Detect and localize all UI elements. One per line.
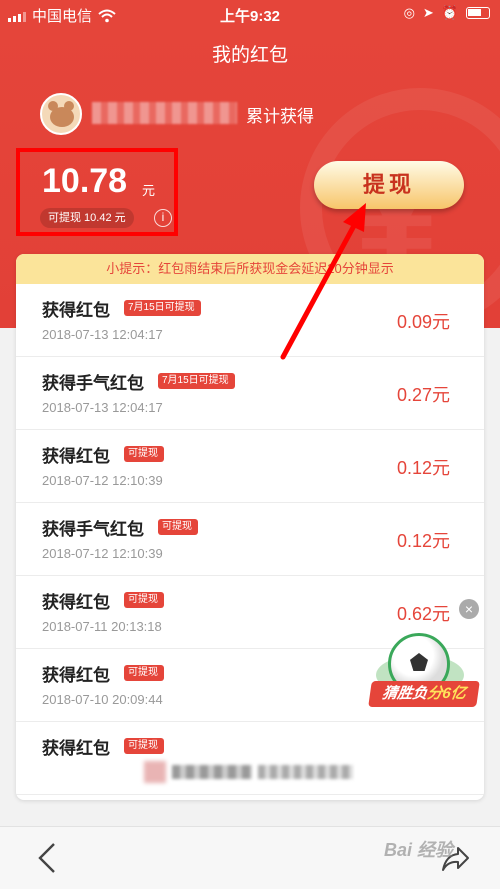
amount-highlight-box: 10.78 元 可提现 10.42 元 i [16,148,178,236]
battery-icon [466,7,490,19]
promo-float-button[interactable]: 猜胜负分6亿 [368,633,480,715]
back-icon[interactable] [34,841,62,875]
record-date: 2018-07-10 20:09:44 [42,692,163,707]
status-badge: 可提现 [124,738,164,754]
rotation-lock-icon: ◎ [403,5,415,20]
record-date: 2018-07-12 12:10:39 [42,546,163,561]
footer-blurred-text [144,759,359,785]
record-amount: 0.62元 [396,604,450,624]
record-card: 小提示：红包雨结束后所获现金会延迟20分钟显示 获得红包 7月15日可提现 2018… [16,254,484,800]
status-badge: 可提现 [124,665,164,681]
status-right: ◎ ➤ ⏰ [404,5,490,21]
record-title: 获得红包 [42,301,110,320]
tip-banner: 小提示：红包雨结束后所获现金会延迟20分钟显示 [16,254,484,284]
alarm-icon: ⏰ [441,5,458,20]
record-amount: 0.27元 [396,385,450,405]
total-amount: 10.78 [42,162,128,200]
username-blurred [92,102,237,124]
status-badge: 可提现 [124,592,164,608]
withdraw-button[interactable]: 提现 [314,161,464,209]
info-icon[interactable]: i [154,209,172,227]
list-item[interactable]: 获得手气红包 可提现 2018-07-12 12:10:39 0.12元 [16,503,484,576]
status-badge: 7月15日可提现 [124,300,201,316]
status-badge: 可提现 [124,446,164,462]
record-amount: 0.09元 [396,312,450,332]
location-icon: ➤ [422,5,434,20]
amount-unit: 元 [142,183,156,198]
cumulative-label: 累计获得 [246,107,314,126]
status-badge: 可提现 [158,519,198,535]
close-icon[interactable]: × [459,599,479,619]
withdrawable-amount: 可提现 10.42 元 [40,208,134,228]
record-date: 2018-07-11 20:13:18 [42,619,162,634]
record-list[interactable]: 获得红包 7月15日可提现 2018-07-13 12:04:17 0.09元获得手气… [16,284,484,795]
record-title: 获得手气红包 [42,520,144,539]
status-bar: 中国电信 上午9:32 ◎ ➤ ⏰ [0,0,500,28]
record-date: 2018-07-12 12:10:39 [42,473,163,488]
promo-label: 猜胜负分6亿 [368,681,480,707]
list-item[interactable]: 获得手气红包 7月15日可提现 2018-07-13 12:04:17 0.27元 [16,357,484,430]
record-date: 2018-07-13 12:04:17 [42,400,163,415]
record-title: 获得手气红包 [42,374,144,393]
status-badge: 7月15日可提现 [158,373,235,389]
watermark: Bai 经验 [384,840,454,860]
page-title: 我的红包 [211,45,288,66]
record-amount: 0.12元 [396,458,450,478]
record-title: 获得红包 [42,593,110,612]
record-amount: 0.12元 [396,531,450,551]
record-title: 获得红包 [42,666,110,685]
record-title: 获得红包 [42,447,110,466]
list-item[interactable]: 获得红包 7月15日可提现 2018-07-13 12:04:17 0.09元 [16,284,484,357]
avatar[interactable] [40,93,82,135]
record-title: 获得红包 [42,739,110,758]
list-item[interactable]: 获得红包 可提现 2018-07-12 12:10:39 0.12元 [16,430,484,503]
record-date: 2018-07-13 12:04:17 [42,327,163,342]
